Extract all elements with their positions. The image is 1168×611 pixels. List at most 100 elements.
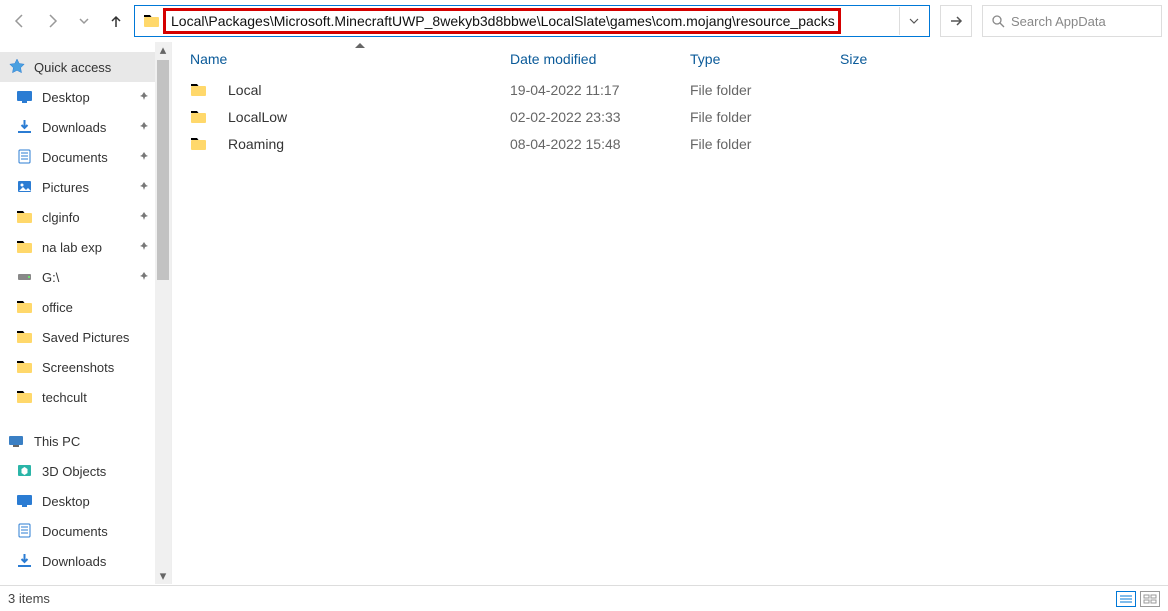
sidebar-scrollbar[interactable]: ▴ ▾ [155, 42, 171, 584]
folder-icon [16, 328, 34, 346]
folder-icon [190, 81, 208, 99]
documents-icon [16, 148, 34, 166]
file-row[interactable]: LocalLow 02-02-2022 23:33File folder [172, 103, 1168, 130]
sidebar-item-label: techcult [42, 390, 87, 405]
sidebar-item-label: Saved Pictures [42, 330, 129, 345]
folder-icon [16, 238, 34, 256]
pin-icon [139, 211, 149, 224]
sidebar-item[interactable]: clginfo [0, 202, 171, 232]
sidebar-item[interactable]: office [0, 292, 171, 322]
folder-icon [16, 208, 34, 226]
nav-back-button[interactable] [6, 7, 34, 35]
folder-icon [190, 135, 208, 153]
file-date: 02-02-2022 23:33 [510, 109, 690, 125]
sidebar-item[interactable]: Downloads [0, 546, 171, 576]
file-name: Local [228, 82, 261, 98]
column-header-type[interactable]: Type [690, 51, 840, 67]
folder-icon [16, 388, 34, 406]
sidebar-item-label: 3D Objects [42, 464, 106, 479]
navigation-pane: Quick access Desktop Downloads Documents Pi… [0, 42, 172, 584]
downloads-icon [16, 118, 34, 136]
scrollbar-thumb[interactable] [157, 60, 169, 280]
sidebar-item-label: clginfo [42, 210, 80, 225]
status-bar: 3 items [0, 585, 1168, 611]
sidebar-item[interactable]: G:\ [0, 262, 171, 292]
3d-icon [16, 462, 34, 480]
search-placeholder: Search AppData [1011, 14, 1106, 29]
documents-icon [16, 522, 34, 540]
column-header-name[interactable]: Name [190, 51, 510, 67]
scroll-down-icon[interactable]: ▾ [155, 568, 171, 584]
pin-icon [139, 181, 149, 194]
file-name: LocalLow [228, 109, 287, 125]
sidebar-item-label: Documents [42, 524, 108, 539]
address-history-dropdown[interactable] [899, 7, 927, 35]
sidebar-item-label: na lab exp [42, 240, 102, 255]
downloads-icon [16, 552, 34, 570]
nav-recent-dropdown[interactable] [70, 7, 98, 35]
pin-icon [139, 121, 149, 134]
address-folder-icon [141, 10, 163, 32]
sidebar-item-label: Desktop [42, 90, 90, 105]
sidebar-quick-access[interactable]: Quick access [0, 52, 171, 82]
sidebar-item[interactable]: Saved Pictures [0, 322, 171, 352]
pin-icon [139, 241, 149, 254]
file-list-pane: Name Date modified Type Size Local 19-04-… [172, 42, 1168, 584]
main-area: Quick access Desktop Downloads Documents Pi… [0, 42, 1168, 584]
search-icon [991, 14, 1005, 28]
nav-up-button[interactable] [102, 7, 130, 35]
pin-icon [139, 91, 149, 104]
file-date: 19-04-2022 11:17 [510, 82, 690, 98]
sidebar-item[interactable]: Documents [0, 142, 171, 172]
folder-icon [16, 358, 34, 376]
pc-icon [8, 432, 26, 450]
sidebar-label: This PC [34, 434, 80, 449]
sidebar-item[interactable]: Desktop [0, 486, 171, 516]
sidebar-item-label: Pictures [42, 180, 89, 195]
sidebar-item-label: office [42, 300, 73, 315]
sidebar-item-label: Screenshots [42, 360, 114, 375]
column-header-size[interactable]: Size [840, 51, 940, 67]
sidebar-item-label: Downloads [42, 120, 106, 135]
desktop-icon [16, 88, 34, 106]
file-type: File folder [690, 136, 840, 152]
sidebar-item-label: G:\ [42, 270, 59, 285]
column-headers: Name Date modified Type Size [172, 42, 1168, 76]
file-row[interactable]: Local 19-04-2022 11:17File folder [172, 76, 1168, 103]
details-view-button[interactable] [1116, 591, 1136, 607]
file-date: 08-04-2022 15:48 [510, 136, 690, 152]
sidebar-item[interactable]: Screenshots [0, 352, 171, 382]
sort-ascending-icon [355, 43, 365, 48]
sidebar-item[interactable]: Downloads [0, 112, 171, 142]
sidebar-item[interactable]: na lab exp [0, 232, 171, 262]
pin-icon [139, 151, 149, 164]
sidebar-item-label: Documents [42, 150, 108, 165]
search-input[interactable]: Search AppData [982, 5, 1162, 37]
thumbnails-view-button[interactable] [1140, 591, 1160, 607]
sidebar-item[interactable]: Pictures [0, 172, 171, 202]
address-bar[interactable]: Local\Packages\Microsoft.MinecraftUWP_8w… [134, 5, 930, 37]
pin-icon [139, 271, 149, 284]
drive-icon [16, 268, 34, 286]
folder-icon [190, 108, 208, 126]
scroll-up-icon[interactable]: ▴ [155, 42, 171, 58]
sidebar-item[interactable]: 3D Objects [0, 456, 171, 486]
folder-icon [16, 298, 34, 316]
sidebar-item[interactable]: Desktop [0, 82, 171, 112]
file-name: Roaming [228, 136, 284, 152]
desktop-icon [16, 492, 34, 510]
sidebar-this-pc[interactable]: This PC [0, 426, 171, 456]
sidebar-item-label: Desktop [42, 494, 90, 509]
sidebar-item[interactable]: Documents [0, 516, 171, 546]
file-type: File folder [690, 82, 840, 98]
file-row[interactable]: Roaming 08-04-2022 15:48File folder [172, 130, 1168, 157]
view-mode-buttons [1116, 591, 1160, 607]
nav-forward-button[interactable] [38, 7, 66, 35]
sidebar-item[interactable]: techcult [0, 382, 171, 412]
toolbar: Local\Packages\Microsoft.MinecraftUWP_8w… [0, 0, 1168, 42]
file-type: File folder [690, 109, 840, 125]
column-header-date[interactable]: Date modified [510, 51, 690, 67]
go-button[interactable] [940, 5, 972, 37]
address-text[interactable]: Local\Packages\Microsoft.MinecraftUWP_8w… [167, 13, 899, 29]
sidebar-item-label: Downloads [42, 554, 106, 569]
